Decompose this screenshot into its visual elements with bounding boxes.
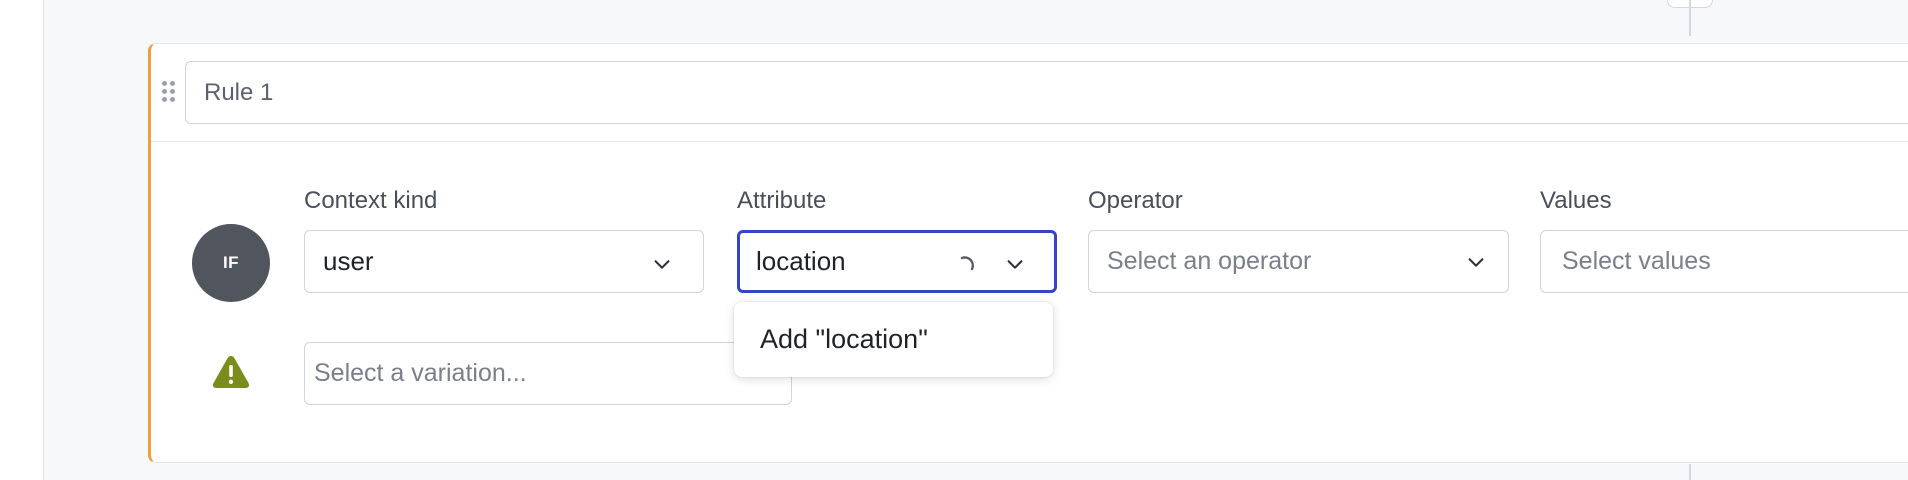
variation-placeholder: Select a variation... <box>314 359 527 387</box>
attribute-label: Attribute <box>737 187 827 214</box>
attribute-dropdown-menu: Add "location" <box>734 302 1053 377</box>
connector-line-bottom <box>1689 464 1691 480</box>
attribute-input[interactable]: location <box>737 230 1057 293</box>
context-kind-label: Context kind <box>304 187 438 214</box>
if-badge: IF <box>192 224 270 302</box>
rule-header: Rule 1 <box>151 44 1908 142</box>
add-attribute-option[interactable]: Add "location" <box>760 324 928 355</box>
attribute-value: location <box>756 246 846 276</box>
warning-triangle-icon <box>211 354 251 390</box>
operator-label: Operator <box>1088 187 1183 214</box>
operator-placeholder: Select an operator <box>1107 247 1312 275</box>
operator-select[interactable]: Select an operator <box>1088 230 1509 293</box>
context-kind-select[interactable]: user <box>304 230 704 293</box>
context-kind-value: user <box>323 246 374 276</box>
chevron-down-icon <box>1465 251 1487 273</box>
loading-spinner-icon <box>956 251 976 271</box>
drag-handle-icon[interactable] <box>162 81 176 105</box>
chevron-down-icon <box>1004 251 1026 273</box>
variation-select[interactable]: Select a variation... <box>304 342 792 405</box>
values-placeholder: Select values <box>1562 247 1711 275</box>
left-rail <box>0 0 44 480</box>
rule-name-input[interactable]: Rule 1 <box>185 61 1908 124</box>
rule-card: Rule 1 IF Context kind user Attribute lo… <box>148 43 1908 463</box>
chevron-down-icon <box>651 251 673 273</box>
values-select[interactable]: Select values <box>1540 230 1908 293</box>
values-label: Values <box>1540 187 1612 214</box>
connector-line-top <box>1689 0 1691 36</box>
